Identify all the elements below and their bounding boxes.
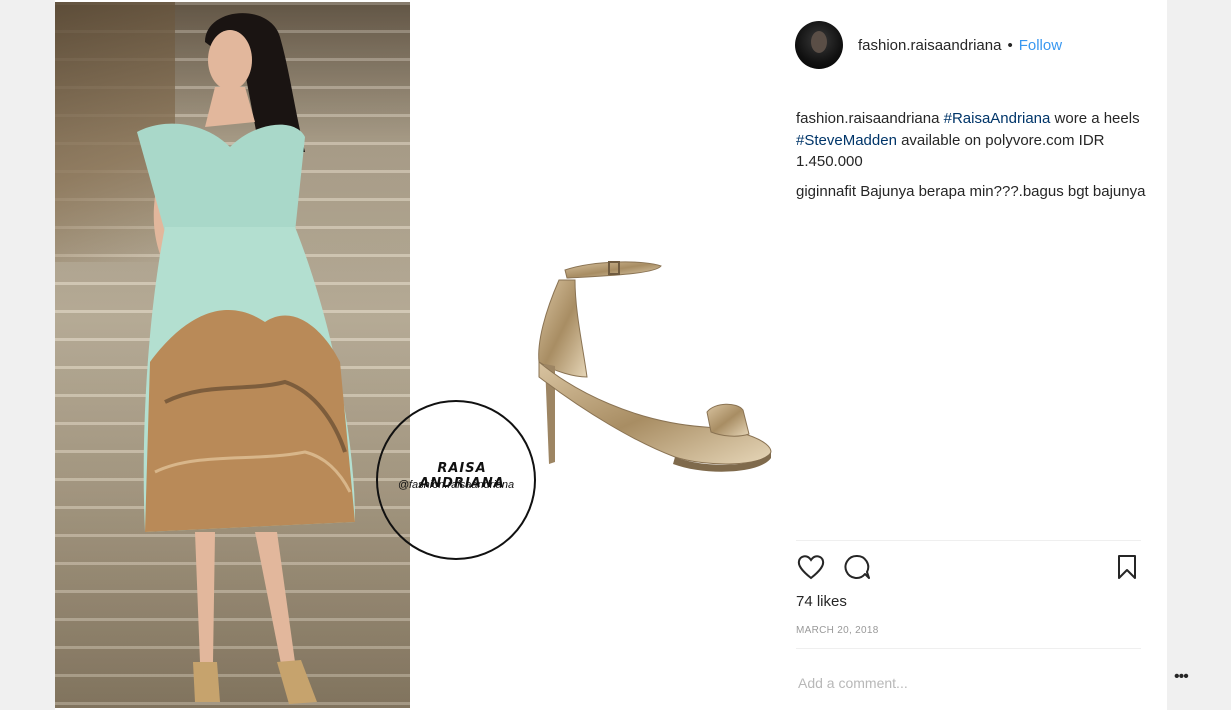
heart-icon	[797, 555, 825, 580]
caption-text: wore a heels	[1050, 110, 1140, 127]
caption-username[interactable]: fashion.raisaandriana	[796, 110, 939, 127]
comment-button[interactable]	[840, 550, 874, 584]
divider	[796, 648, 1141, 649]
post-photo	[55, 2, 410, 708]
action-bar	[794, 550, 1144, 586]
like-button[interactable]	[794, 550, 828, 584]
post-side-panel: fashion.raisaandriana • Follow fashion.r…	[782, 0, 1189, 710]
likes-count[interactable]: 74 likes	[796, 593, 847, 610]
comment-username[interactable]: giginnafit	[796, 183, 856, 200]
avatar[interactable]	[795, 21, 843, 69]
bookmark-icon	[1118, 555, 1136, 579]
more-options-icon[interactable]: •••	[1174, 668, 1189, 686]
comment-text: Bajunya berapa min???.bagus bgt bajunya	[856, 182, 1146, 200]
add-comment-input[interactable]	[796, 670, 1100, 696]
header-username[interactable]: fashion.raisaandriana	[858, 37, 1001, 54]
comments-list: fashion.raisaandriana #RaisaAndriana wor…	[796, 108, 1146, 210]
list-item: giginnafit Bajunya berapa min???.bagus b…	[796, 181, 1146, 203]
speech-bubble-icon	[844, 554, 870, 579]
separator-dot: •	[1007, 36, 1013, 54]
post-header: fashion.raisaandriana • Follow	[795, 18, 1062, 72]
post-date[interactable]: MARCH 20, 2018	[796, 625, 879, 636]
divider	[796, 540, 1141, 541]
woman-in-dress-figure	[137, 13, 355, 704]
hashtag-link[interactable]: #RaisaAndriana	[944, 110, 1051, 127]
caption: fashion.raisaandriana #RaisaAndriana wor…	[796, 108, 1146, 173]
save-button[interactable]	[1110, 550, 1144, 584]
follow-button[interactable]: Follow	[1019, 37, 1062, 54]
instagram-post: RAISA ANDRIANA @fashion.raisaandriana fa…	[55, 0, 1189, 710]
post-media: RAISA ANDRIANA @fashion.raisaandriana	[55, 2, 782, 710]
gold-sandal-image	[538, 261, 772, 472]
hashtag-link[interactable]: #SteveMadden	[796, 132, 897, 149]
